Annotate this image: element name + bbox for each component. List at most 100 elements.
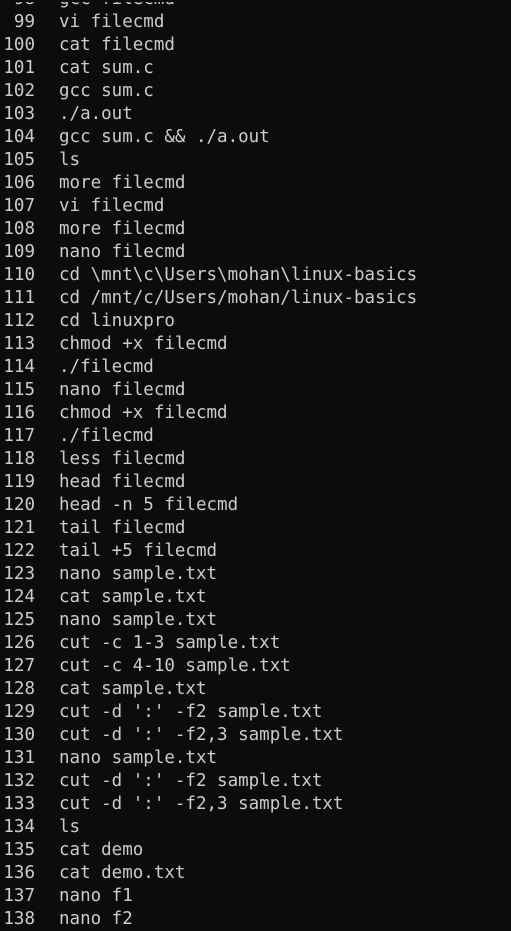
line-number: 137 [3,886,35,906]
line-number: 130 [3,725,35,745]
line-number: 128 [3,679,35,699]
line-number: 126 [3,633,35,653]
history-line: 104 gcc sum.c && ./a.out [0,126,511,149]
command-text: cut -d ':' -f2,3 sample.txt [59,725,344,745]
command-text: nano sample.txt [59,564,218,584]
line-number: 105 [3,150,35,170]
history-line: 103 ./a.out [0,103,511,126]
command-text: cut -d ':' -f2 sample.txt [59,771,323,791]
history-line: 121 tail filecmd [0,517,511,540]
history-line: 110 cd \mnt\c\Users\mohan\linux-basics [0,264,511,287]
command-text: chmod +x filecmd [59,403,228,423]
history-line: 125 nano sample.txt [0,609,511,632]
line-number: 107 [3,196,35,216]
line-number: 133 [3,794,35,814]
line-number: 112 [3,311,35,331]
history-line: 124 cat sample.txt [0,586,511,609]
line-number: 118 [3,449,35,469]
command-text: nano sample.txt [59,748,218,768]
history-line: 112 cd linuxpro [0,310,511,333]
line-number: 120 [3,495,35,515]
line-number: 108 [3,219,35,239]
command-text: tail +5 filecmd [59,541,218,561]
history-line: 128 cat sample.txt [0,678,511,701]
line-number: 114 [3,357,35,377]
line-number: 122 [3,541,35,561]
line-number: 104 [3,127,35,147]
history-line: 102 gcc sum.c [0,80,511,103]
history-line: 129 cut -d ':' -f2 sample.txt [0,701,511,724]
history-line: 113 chmod +x filecmd [0,333,511,356]
command-text: cat sum.c [59,58,154,78]
command-text: cat filecmd [59,35,175,55]
history-line: 134 ls [0,816,511,839]
history-line: 117 ./filecmd [0,425,511,448]
history-line: 109 nano filecmd [0,241,511,264]
command-text: cd \mnt\c\Users\mohan\linux-basics [59,265,418,285]
viewport-top-edge [0,0,511,2]
line-number: 125 [3,610,35,630]
terminal-window[interactable]: 98 gcc filecmd 99vi filecmd100cat filecm… [0,0,511,931]
history-line: 116 chmod +x filecmd [0,402,511,425]
command-text: chmod +x filecmd [59,334,228,354]
line-number: 123 [3,564,35,584]
history-line: 118 less filecmd [0,448,511,471]
line-number: 131 [3,748,35,768]
history-line: 100 cat filecmd [0,34,511,57]
history-line: 122 tail +5 filecmd [0,540,511,563]
command-text: cut -d ':' -f2 sample.txt [59,702,323,722]
history-line: 127 cut -c 4-10 sample.txt [0,655,511,678]
line-number: 116 [3,403,35,423]
line-number: 136 [3,863,35,883]
line-number: 134 [3,817,35,837]
command-text: cat demo [59,840,144,860]
command-text: head filecmd [59,472,186,492]
line-number: 124 [3,587,35,607]
command-text: cut -c 4-10 sample.txt [59,656,291,676]
line-number: 119 [3,472,35,492]
command-text: nano f2 [59,909,133,929]
history-line: 123 nano sample.txt [0,563,511,586]
line-number: 113 [3,334,35,354]
line-number: 101 [3,58,35,78]
command-text: tail filecmd [59,518,186,538]
history-line: 120 head -n 5 filecmd [0,494,511,517]
line-number: 132 [3,771,35,791]
history-line: 105 ls [0,149,511,172]
line-number: 102 [3,81,35,101]
command-text: cat sample.txt [59,679,207,699]
history-line: 107 vi filecmd [0,195,511,218]
command-history: 98 gcc filecmd 99vi filecmd100cat filecm… [0,0,511,931]
command-text: ./filecmd [59,357,154,377]
history-line: 114 ./filecmd [0,356,511,379]
line-number: 100 [3,35,35,55]
command-text: gcc sum.c [59,81,154,101]
history-line: 119 head filecmd [0,471,511,494]
line-number: 115 [3,380,35,400]
line-number: 135 [3,840,35,860]
line-number: 117 [3,426,35,446]
history-line: 106 more filecmd [0,172,511,195]
command-text: gcc sum.c && ./a.out [59,127,270,147]
history-line: 132 cut -d ':' -f2 sample.txt [0,770,511,793]
command-text: nano filecmd [59,242,186,262]
history-line: 135 cat demo [0,839,511,862]
command-text: vi filecmd [59,12,165,32]
command-text: nano sample.txt [59,610,218,630]
line-number: 138 [3,909,35,929]
history-line: 111 cd /mnt/c/Users/mohan/linux-basics [0,287,511,310]
command-text: head -n 5 filecmd [59,495,239,515]
command-text: nano filecmd [59,380,186,400]
line-number: 103 [3,104,35,124]
command-text: cut -d ':' -f2,3 sample.txt [59,794,344,814]
line-number: 111 [3,288,35,308]
line-number: 129 [3,702,35,722]
command-text: cat sample.txt [59,587,207,607]
command-text: nano f1 [59,886,133,906]
command-text: more filecmd [59,219,186,239]
command-text: ls [59,817,81,837]
line-number: 110 [3,265,35,285]
history-line: 115 nano filecmd [0,379,511,402]
history-line: 99 vi filecmd [0,11,511,34]
command-text: ./a.out [59,104,133,124]
